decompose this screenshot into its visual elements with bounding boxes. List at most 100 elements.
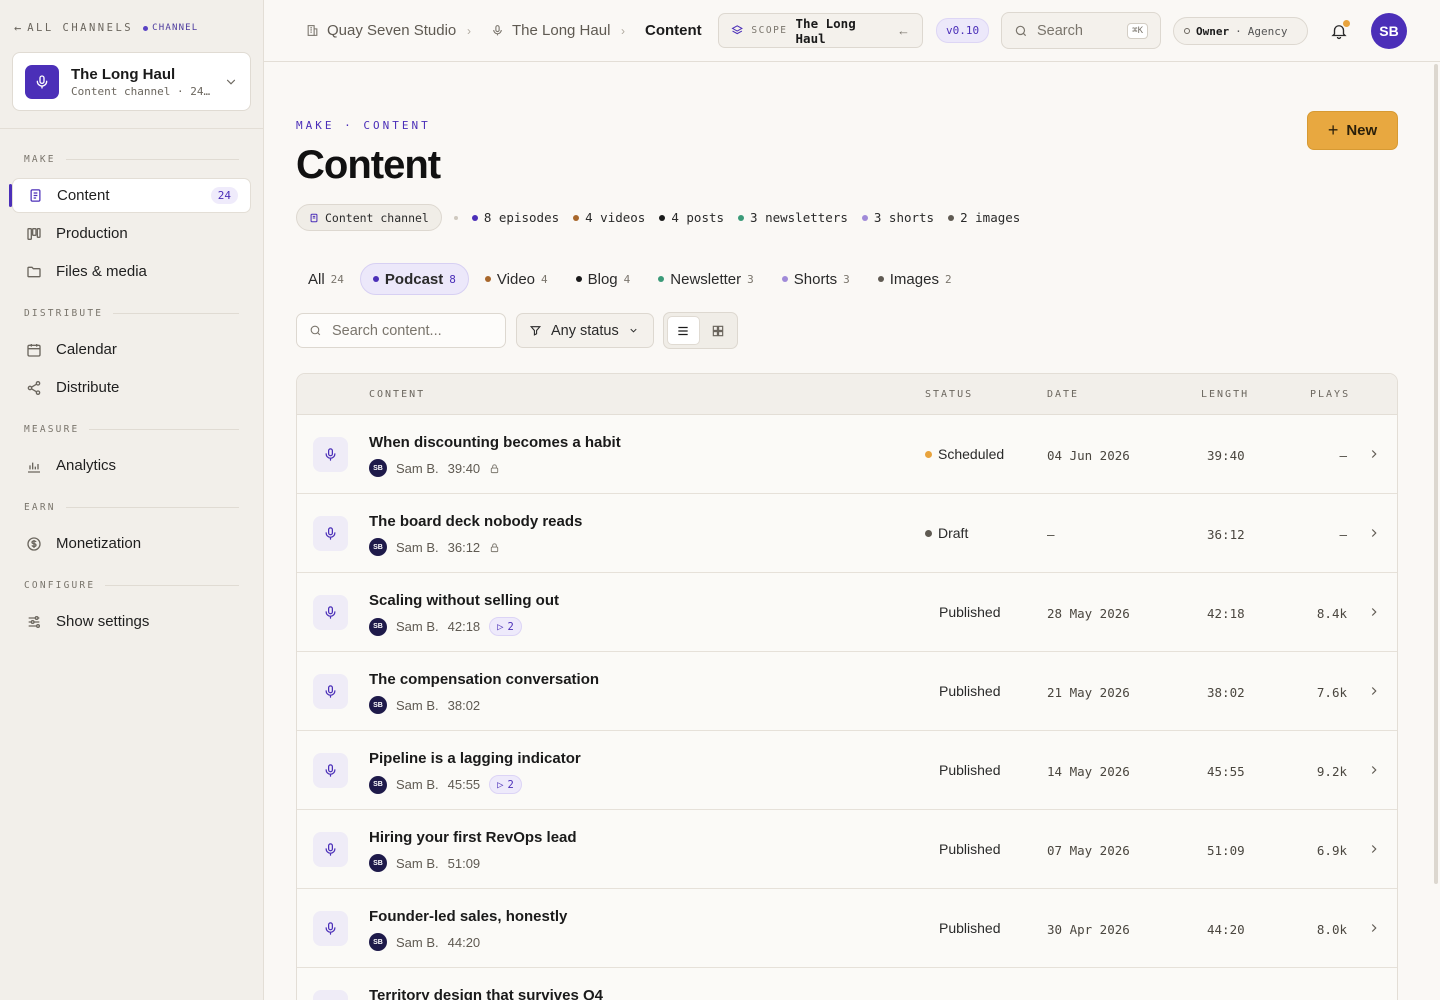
summary-videos: 4 videos <box>573 210 645 225</box>
row-meta: SB Sam B. 51:09 <box>369 854 480 872</box>
sidebar-item-label: Monetization <box>56 535 142 552</box>
mic-icon <box>493 25 502 36</box>
mic-icon <box>313 595 348 630</box>
chevron-right-icon: › <box>467 24 471 38</box>
divider <box>105 585 239 586</box>
channel-switcher[interactable]: The Long Haul Content channel · 24… <box>12 52 251 111</box>
table-row[interactable]: The board deck nobody reads SB Sam B. 36:12… <box>297 494 1397 573</box>
tab-shorts[interactable]: Shorts 3 <box>770 263 862 295</box>
row-date: 14 May 2026 <box>1047 764 1130 779</box>
table-row[interactable]: When discounting becomes a habit SB Sam B.… <box>297 415 1397 494</box>
tab-all[interactable]: All 24 <box>296 263 356 295</box>
chevron-right-icon[interactable] <box>1367 526 1381 540</box>
chevron-down-icon <box>226 79 236 85</box>
sidebar-divider <box>0 128 263 129</box>
table-row[interactable]: Founder-led sales, honestly SB Sam B. 44:20… <box>297 889 1397 968</box>
column-header-length: LENGTH <box>1201 389 1250 400</box>
tab-label: All <box>308 270 325 288</box>
tab-images[interactable]: Images 2 <box>866 263 964 295</box>
sidebar-item-label: Analytics <box>56 457 117 474</box>
scope-selector[interactable]: SCOPE The Long Haul ← <box>718 13 923 48</box>
grid-view-button[interactable] <box>702 316 734 345</box>
dot-icon <box>573 214 580 221</box>
scrollbar[interactable] <box>1434 64 1438 884</box>
chevron-right-icon[interactable] <box>1367 763 1381 777</box>
sidebar-item-content[interactable]: Content 24 <box>9 178 251 213</box>
role-switcher[interactable]: Owner · Agency <box>1173 17 1308 45</box>
topbar: Quay Seven Studio › The Long Haul › Cont… <box>264 0 1440 62</box>
content-search-input[interactable]: Search content... <box>296 313 506 348</box>
table-row[interactable]: Pipeline is a lagging indicator SB Sam B. 4… <box>297 731 1397 810</box>
row-author: Sam B. <box>396 460 439 476</box>
row-title: When discounting becomes a habit <box>369 434 621 451</box>
content-summary: Content channel 8 episodes 4 videos 4 po… <box>296 204 1020 231</box>
status-label: Published <box>939 841 1001 857</box>
list-view-button[interactable] <box>667 316 700 345</box>
clips-count: 2 <box>507 620 514 633</box>
table-row[interactable]: Territory design that survives Q4 <box>297 968 1397 1000</box>
status-badge: Scheduled <box>925 446 1004 462</box>
sidebar-item-calendar[interactable]: Calendar <box>12 332 251 367</box>
sidebar-item-analytics[interactable]: Analytics <box>12 448 251 483</box>
table-row[interactable]: The compensation conversation SB Sam B. 38:… <box>297 652 1397 731</box>
breadcrumb-studio[interactable]: Quay Seven Studio <box>306 22 456 39</box>
document-icon <box>27 188 43 204</box>
notification-dot <box>1343 20 1350 27</box>
sidebar-item-label: Files & media <box>56 263 147 280</box>
channel-tag-label: CHANNEL <box>152 23 199 33</box>
layers-icon <box>731 25 743 35</box>
column-header-status: STATUS <box>925 389 974 400</box>
all-channels-link[interactable]: ← ALL CHANNELS CHANNEL <box>14 21 198 35</box>
summary-label: 4 posts <box>671 210 725 225</box>
summary-shorts: 3 shorts <box>861 210 934 225</box>
row-author: Sam B. <box>396 539 439 555</box>
row-duration: 38:02 <box>447 697 481 713</box>
divider <box>113 313 239 314</box>
dot-icon <box>781 276 788 282</box>
section-make: MAKE <box>24 154 239 165</box>
row-author: Sam B. <box>396 697 439 713</box>
table-row[interactable]: Hiring your first RevOps lead SB Sam B. 51:… <box>297 810 1397 889</box>
row-meta: SB Sam B. 39:40 <box>369 459 500 477</box>
new-button[interactable]: + New <box>1307 111 1398 150</box>
sidebar-item-monetization[interactable]: Monetization <box>12 526 251 561</box>
sidebar-item-show-settings[interactable]: Show settings <box>12 604 251 639</box>
chevron-right-icon[interactable] <box>1367 447 1381 461</box>
chevron-right-icon[interactable] <box>1367 684 1381 698</box>
row-length: 36:12 <box>1207 527 1245 542</box>
tab-video[interactable]: Video 4 <box>473 263 560 295</box>
mic-icon <box>313 911 348 946</box>
global-search[interactable]: Search ⌘K <box>1001 12 1161 49</box>
avatar[interactable]: SB <box>1371 13 1407 49</box>
status-label: Published <box>939 683 1001 699</box>
chevron-right-icon[interactable] <box>1367 842 1381 856</box>
role-separator: · <box>1235 24 1242 38</box>
chevron-right-icon[interactable] <box>1367 921 1381 935</box>
tab-blog[interactable]: Blog 4 <box>564 263 643 295</box>
table-row[interactable]: Scaling without selling out SB Sam B. 42:18… <box>297 573 1397 652</box>
tab-newsletter[interactable]: Newsletter 3 <box>646 263 765 295</box>
sidebar-item-production[interactable]: Production <box>12 216 251 251</box>
chevron-right-icon[interactable] <box>1367 605 1381 619</box>
org-label: Agency <box>1247 24 1288 38</box>
kanban-icon <box>26 226 42 242</box>
sidebar-item-files[interactable]: Files & media <box>12 254 251 289</box>
section-earn: EARN <box>24 502 239 513</box>
sidebar-item-distribute[interactable]: Distribute <box>12 370 251 405</box>
tab-podcast[interactable]: Podcast 8 <box>359 263 469 295</box>
avatar: SB <box>369 538 387 556</box>
role-label: Owner <box>1196 24 1230 38</box>
row-title: Pipeline is a lagging indicator <box>369 750 581 767</box>
row-meta: SB Sam B. 45:55 ▷ 2 <box>369 775 522 794</box>
chevron-down-icon <box>630 328 637 333</box>
breadcrumb-channel[interactable]: The Long Haul <box>491 22 610 39</box>
tab-label: Blog <box>587 270 618 288</box>
dollar-icon <box>26 536 42 552</box>
tab-label: Images <box>889 270 939 288</box>
row-plays: 8.0k <box>1316 922 1347 937</box>
search-icon <box>310 325 321 336</box>
dot-icon <box>484 276 491 282</box>
row-title: Territory design that survives Q4 <box>369 987 603 1000</box>
status-filter-dropdown[interactable]: Any status <box>516 313 654 348</box>
section-label: CONFIGURE <box>24 580 96 591</box>
